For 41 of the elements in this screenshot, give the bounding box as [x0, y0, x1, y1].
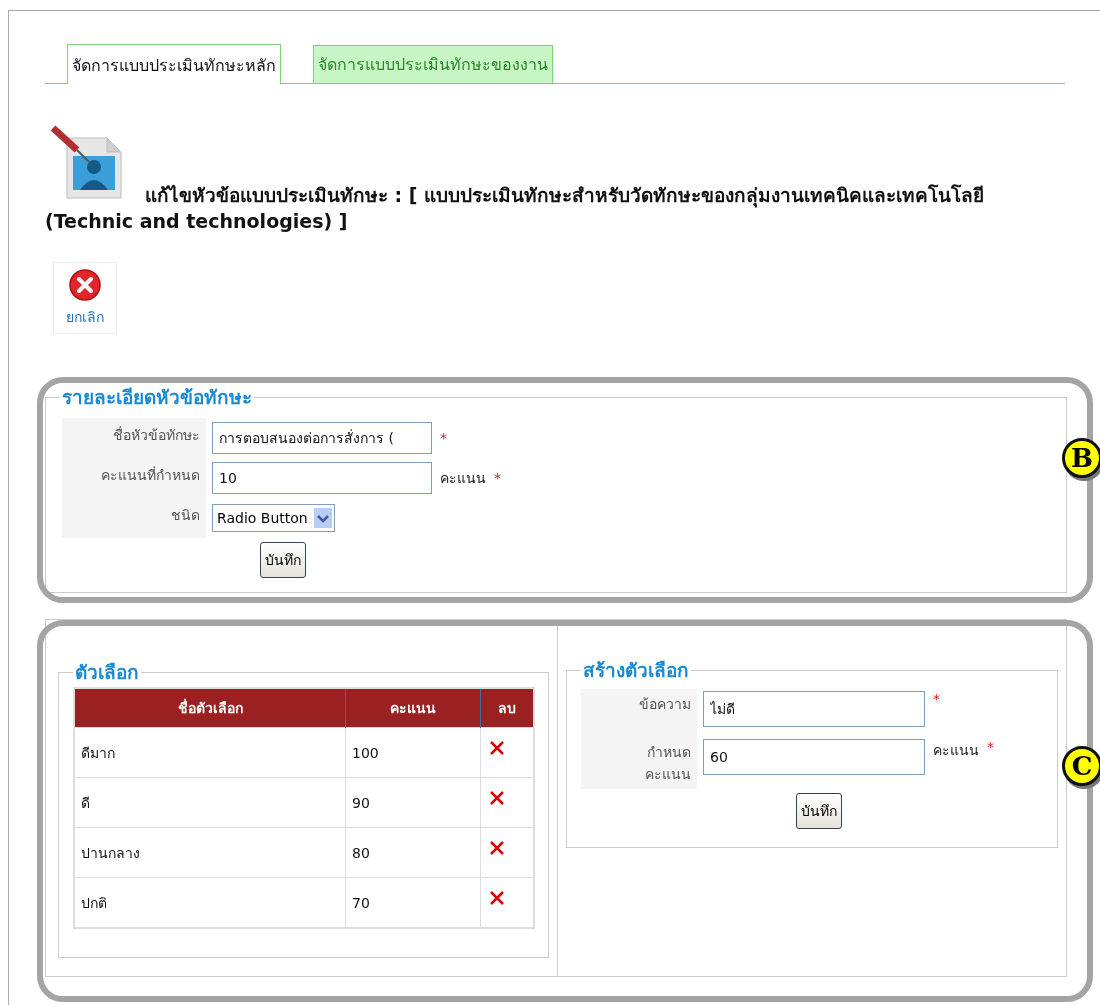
callout-badge: B — [1062, 438, 1100, 478]
table-cell: ปานกลาง — [74, 827, 346, 878]
input-field[interactable]: 10 — [212, 462, 432, 494]
field-label: คะแนนที่กำหนด — [62, 458, 206, 498]
table-cell: 80 — [345, 827, 481, 878]
delete-icon[interactable] — [489, 790, 505, 806]
required-mark: * — [494, 470, 501, 486]
field-label: ข้อความ — [581, 689, 697, 737]
close-icon — [68, 268, 102, 302]
type-dropdown[interactable]: Radio Button — [212, 504, 335, 532]
delete-icon[interactable] — [489, 890, 505, 906]
save-button[interactable]: บันทึก — [796, 793, 842, 829]
page-heading: แก้ไขหัวข้อแบบประเมินทักษะ : [ แบบประเมินทักษะสำหรับวัดทักษะของกลุ่มงานเทคนิคและเทคโนโลยี (Technic and technologies) ] — [45, 183, 986, 234]
column-header: ชื่อตัวเลือก — [74, 688, 346, 728]
required-mark: * — [933, 691, 940, 707]
table-cell: ดีมาก — [74, 727, 346, 778]
field-label: ชนิด — [62, 498, 206, 538]
column-header: คะแนน — [345, 688, 481, 728]
input-field[interactable]: การตอบสนองต่อการสั่งการ ( — [212, 422, 432, 454]
table-cell: 90 — [345, 777, 481, 828]
callout-badge: C — [1062, 746, 1100, 786]
delete-icon[interactable] — [489, 840, 505, 856]
field-label: กำหนด คะแนน — [581, 737, 697, 789]
unit-label: คะแนน — [933, 741, 979, 760]
fieldset-legend: ตัวเลือก — [73, 661, 141, 683]
tab[interactable]: จัดการแบบประเมินทักษะหลัก — [67, 44, 281, 84]
delete-icon[interactable] — [489, 740, 505, 756]
table-cell: 100 — [345, 727, 481, 778]
save-button[interactable]: บันทึก — [260, 542, 306, 578]
required-mark: * — [987, 739, 994, 755]
required-mark: * — [440, 430, 447, 446]
unit-label: คะแนน — [440, 469, 486, 488]
column-header: ลบ — [480, 688, 534, 728]
caret-icon — [313, 508, 332, 528]
field-label: ชื่อหัวข้อทักษะ — [62, 418, 206, 458]
fieldset-legend: รายละเอียดหัวข้อทักษะ — [60, 386, 254, 408]
fieldset-legend: สร้างตัวเลือก — [581, 659, 691, 681]
tab[interactable]: จัดการแบบประเมินทักษะของงาน — [313, 45, 553, 83]
cancel-button[interactable]: ยกเลิก — [53, 262, 117, 334]
table-cell: ดี — [74, 777, 346, 828]
input-field[interactable]: 60 — [703, 739, 925, 775]
